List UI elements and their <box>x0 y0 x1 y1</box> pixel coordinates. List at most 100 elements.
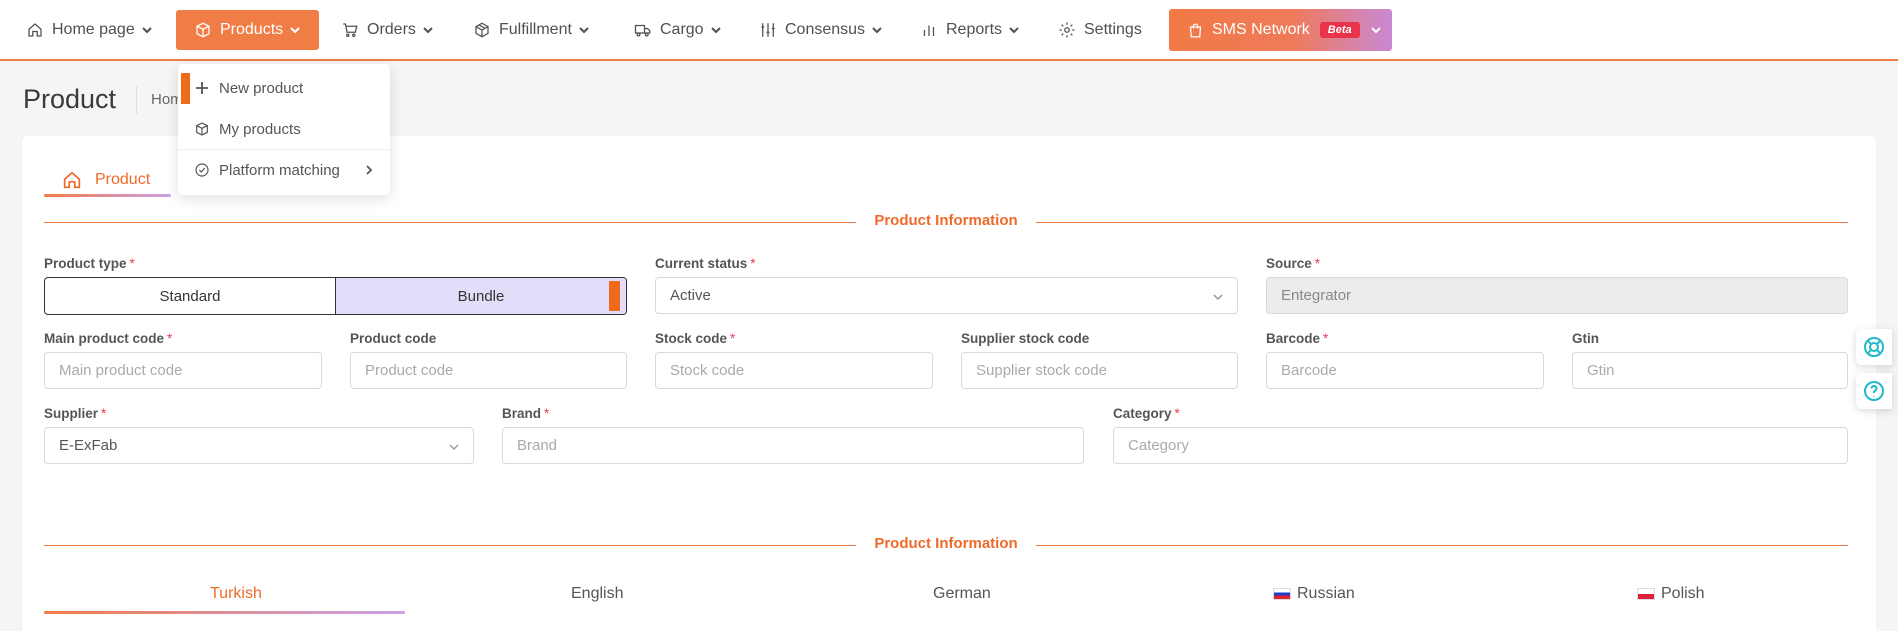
chevron-down-icon <box>710 27 721 34</box>
chevron-down-icon <box>142 27 152 34</box>
tab-language-russian-label: Russian <box>1297 585 1355 602</box>
gtin-label: Gtin <box>1572 331 1599 346</box>
supplier-value: E-ExFab <box>59 437 118 454</box>
supplier-label: Supplier * <box>44 406 107 421</box>
menu-item-my-products[interactable]: My products <box>178 112 390 146</box>
bar-chart-icon <box>923 25 935 36</box>
selection-marker <box>609 281 620 311</box>
source-field: Entegrator <box>1266 277 1848 314</box>
menu-item-my-products-label: My products <box>219 120 301 138</box>
current-status-select[interactable]: Active <box>655 277 1238 314</box>
nav-consensus-label: Consensus <box>785 21 866 38</box>
beta-badge: Beta <box>1319 22 1360 38</box>
top-navigation: Home page Products Orders Fulfillment Ca… <box>0 0 1898 61</box>
menu-divider <box>178 149 390 150</box>
shopping-bag-icon <box>1189 23 1202 38</box>
source-value: Entegrator <box>1281 287 1352 304</box>
language-tab-active-indicator <box>44 611 405 614</box>
nav-sms-network[interactable]: SMS Network Beta <box>1169 9 1392 51</box>
box-icon <box>196 122 208 136</box>
barcode-label: Barcode * <box>1266 331 1329 346</box>
nav-home-page[interactable]: Home page <box>26 10 153 50</box>
tab-language-polish-label: Polish <box>1661 585 1705 602</box>
plus-icon <box>196 82 208 94</box>
help-button[interactable] <box>1856 373 1892 409</box>
tab-language-english[interactable]: English <box>571 585 623 603</box>
product-type-standard[interactable]: Standard <box>45 278 335 314</box>
product-type-label: Product type * <box>44 256 135 271</box>
section-title-product-information: Product Information <box>856 212 1036 229</box>
section-title-product-information: Product Information <box>856 535 1036 552</box>
nav-orders[interactable]: Orders <box>341 10 434 50</box>
check-circle-icon <box>195 163 209 177</box>
chevron-down-icon <box>1009 27 1019 34</box>
nav-fulfillment[interactable]: Fulfillment <box>473 10 590 50</box>
nav-settings[interactable]: Settings <box>1058 10 1142 50</box>
russia-flag-icon <box>1273 588 1291 600</box>
category-input[interactable]: Category <box>1113 427 1848 464</box>
chevron-down-icon <box>290 27 300 34</box>
cart-icon <box>343 23 358 38</box>
stock-code-input[interactable]: Stock code <box>655 352 933 389</box>
tab-language-polish[interactable]: Polish <box>1637 585 1705 603</box>
chevron-right-icon <box>366 165 373 175</box>
box-icon <box>196 22 210 38</box>
nav-products-label: Products <box>220 21 284 38</box>
tab-language-russian[interactable]: Russian <box>1273 585 1355 603</box>
main-product-code-input[interactable]: Main product code <box>44 352 322 389</box>
product-code-input[interactable]: Product code <box>350 352 627 389</box>
gtin-input[interactable]: Gtin <box>1572 352 1848 389</box>
current-status-value: Active <box>670 287 711 304</box>
truck-icon <box>634 24 651 37</box>
supplier-select[interactable]: E-ExFab <box>44 427 474 464</box>
tab-language-german[interactable]: German <box>933 585 991 603</box>
main-product-code-label: Main product code * <box>44 331 173 346</box>
supplier-stock-code-input[interactable]: Supplier stock code <box>961 352 1238 389</box>
stock-code-label: Stock code * <box>655 331 736 346</box>
product-code-label: Product code <box>350 331 437 346</box>
nav-reports-label: Reports <box>946 21 1003 38</box>
cube-icon <box>475 22 489 38</box>
sliders-icon <box>761 23 775 37</box>
nav-sms-network-label: SMS Network <box>1212 21 1310 38</box>
brand-label: Brand * <box>502 406 550 421</box>
gear-icon <box>1059 22 1075 38</box>
support-button[interactable] <box>1856 329 1892 365</box>
menu-item-new-product-label: New product <box>219 79 304 97</box>
tab-product[interactable]: Product <box>44 163 171 196</box>
nav-orders-label: Orders <box>367 21 416 38</box>
product-type-bundle[interactable]: Bundle <box>335 278 626 314</box>
question-circle-icon <box>1864 381 1884 401</box>
menu-item-new-product[interactable]: New product <box>178 71 390 105</box>
nav-reports[interactable]: Reports <box>920 10 1020 50</box>
source-label: Source * <box>1266 256 1321 271</box>
supplier-stock-code-label: Supplier stock code <box>961 331 1090 346</box>
product-type-bundle-label: Bundle <box>457 287 505 305</box>
chevron-down-icon <box>449 444 459 451</box>
nav-consensus[interactable]: Consensus <box>759 10 883 50</box>
tab-product-label: Product <box>95 170 151 188</box>
lifebuoy-icon <box>1864 337 1884 357</box>
chevron-down-icon <box>423 27 433 34</box>
menu-item-platform-matching[interactable]: Platform matching <box>178 153 390 187</box>
tab-language-turkish[interactable]: Turkish <box>210 585 262 603</box>
poland-flag-icon <box>1637 588 1655 600</box>
nav-fulfillment-label: Fulfillment <box>499 21 572 38</box>
title-divider <box>136 86 137 114</box>
nav-products[interactable]: Products <box>176 10 320 50</box>
home-icon <box>63 171 81 188</box>
tab-active-indicator <box>44 194 171 197</box>
category-label: Category * <box>1113 406 1180 421</box>
nav-home-page-label: Home page <box>52 21 135 38</box>
barcode-input[interactable]: Barcode <box>1266 352 1544 389</box>
page-title: Product <box>23 84 117 114</box>
nav-cargo[interactable]: Cargo <box>634 10 722 50</box>
home-icon <box>28 23 42 37</box>
chevron-down-icon <box>579 27 589 34</box>
chevron-down-icon <box>872 27 882 34</box>
breadcrumb-home-link[interactable]: Home page <box>151 91 179 108</box>
chevron-down-icon <box>1213 294 1223 301</box>
nav-cargo-label: Cargo <box>660 21 704 38</box>
brand-input[interactable]: Brand <box>502 427 1084 464</box>
menu-item-platform-matching-label: Platform matching <box>219 161 340 179</box>
